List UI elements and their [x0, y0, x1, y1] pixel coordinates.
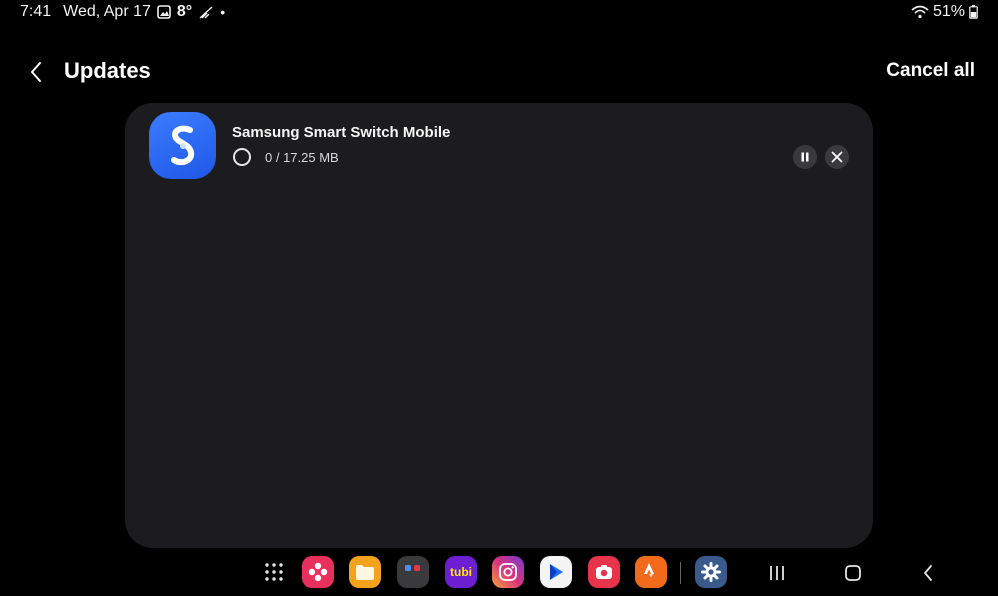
download-progress-text: 0 / 17.25 MB: [265, 150, 339, 165]
updates-card: Samsung Smart Switch Mobile 0 / 17.25 MB: [125, 103, 873, 548]
status-right: 51%: [911, 3, 978, 21]
close-icon: [831, 151, 843, 163]
gallery-icon: [157, 5, 171, 19]
home-icon: [845, 565, 861, 581]
status-left: 7:41 Wed, Apr 17 8° •: [20, 3, 225, 21]
blossom-app-button[interactable]: [302, 556, 334, 588]
camera-app-button[interactable]: [588, 556, 620, 588]
back-button[interactable]: [22, 58, 50, 86]
page-title: Updates: [64, 58, 151, 83]
folder-icon: [356, 565, 374, 580]
status-date: Wed, Apr 17: [63, 3, 151, 20]
dock-divider: [680, 562, 681, 584]
recents-icon: [770, 566, 784, 580]
app-drawer-button[interactable]: [258, 556, 290, 588]
camera-icon: [596, 565, 612, 579]
app-header: Updates Cancel all: [0, 52, 998, 92]
update-list-item[interactable]: Samsung Smart Switch Mobile 0 / 17.25 MB: [125, 103, 873, 193]
weather-icon: [198, 4, 214, 20]
grid-icon: [265, 563, 283, 581]
cancel-all-button[interactable]: Cancel all: [886, 60, 975, 82]
battery-icon: [969, 5, 978, 19]
status-dot: •: [220, 4, 226, 20]
tubi-icon: tubi: [450, 565, 472, 579]
status-bar: 7:41 Wed, Apr 17 8° • 51%: [0, 0, 998, 24]
gear-icon: [701, 562, 721, 582]
settings-button[interactable]: [695, 556, 727, 588]
strava-button[interactable]: [635, 556, 667, 588]
recents-button[interactable]: [764, 560, 790, 586]
smart-switch-icon: [149, 112, 216, 179]
battery-percent: 51%: [932, 3, 965, 20]
back-icon: [924, 565, 932, 581]
flower-icon: [308, 562, 328, 582]
pause-icon: [801, 152, 809, 162]
pause-button[interactable]: [793, 145, 817, 169]
wifi-icon: [911, 5, 929, 19]
chevron-left-icon: [31, 62, 41, 82]
home-button[interactable]: [840, 560, 866, 586]
status-time: 7:41: [20, 3, 52, 20]
folder-group-icon: [405, 565, 420, 571]
play-icon: [550, 564, 563, 580]
tubi-button[interactable]: tubi: [445, 556, 477, 588]
progress-ring: [233, 148, 251, 166]
my-files-button[interactable]: [349, 556, 381, 588]
instagram-icon: [499, 563, 517, 581]
app-name: Samsung Smart Switch Mobile: [232, 124, 451, 141]
strava-icon: [644, 563, 654, 578]
play-app-button[interactable]: [540, 556, 572, 588]
status-temperature: 8°: [176, 3, 193, 20]
cancel-update-button[interactable]: [825, 145, 849, 169]
taskbar: tubi: [0, 552, 998, 592]
instagram-button[interactable]: [492, 556, 524, 588]
nav-back-button[interactable]: [915, 560, 941, 586]
app-folder-button[interactable]: [397, 556, 429, 588]
